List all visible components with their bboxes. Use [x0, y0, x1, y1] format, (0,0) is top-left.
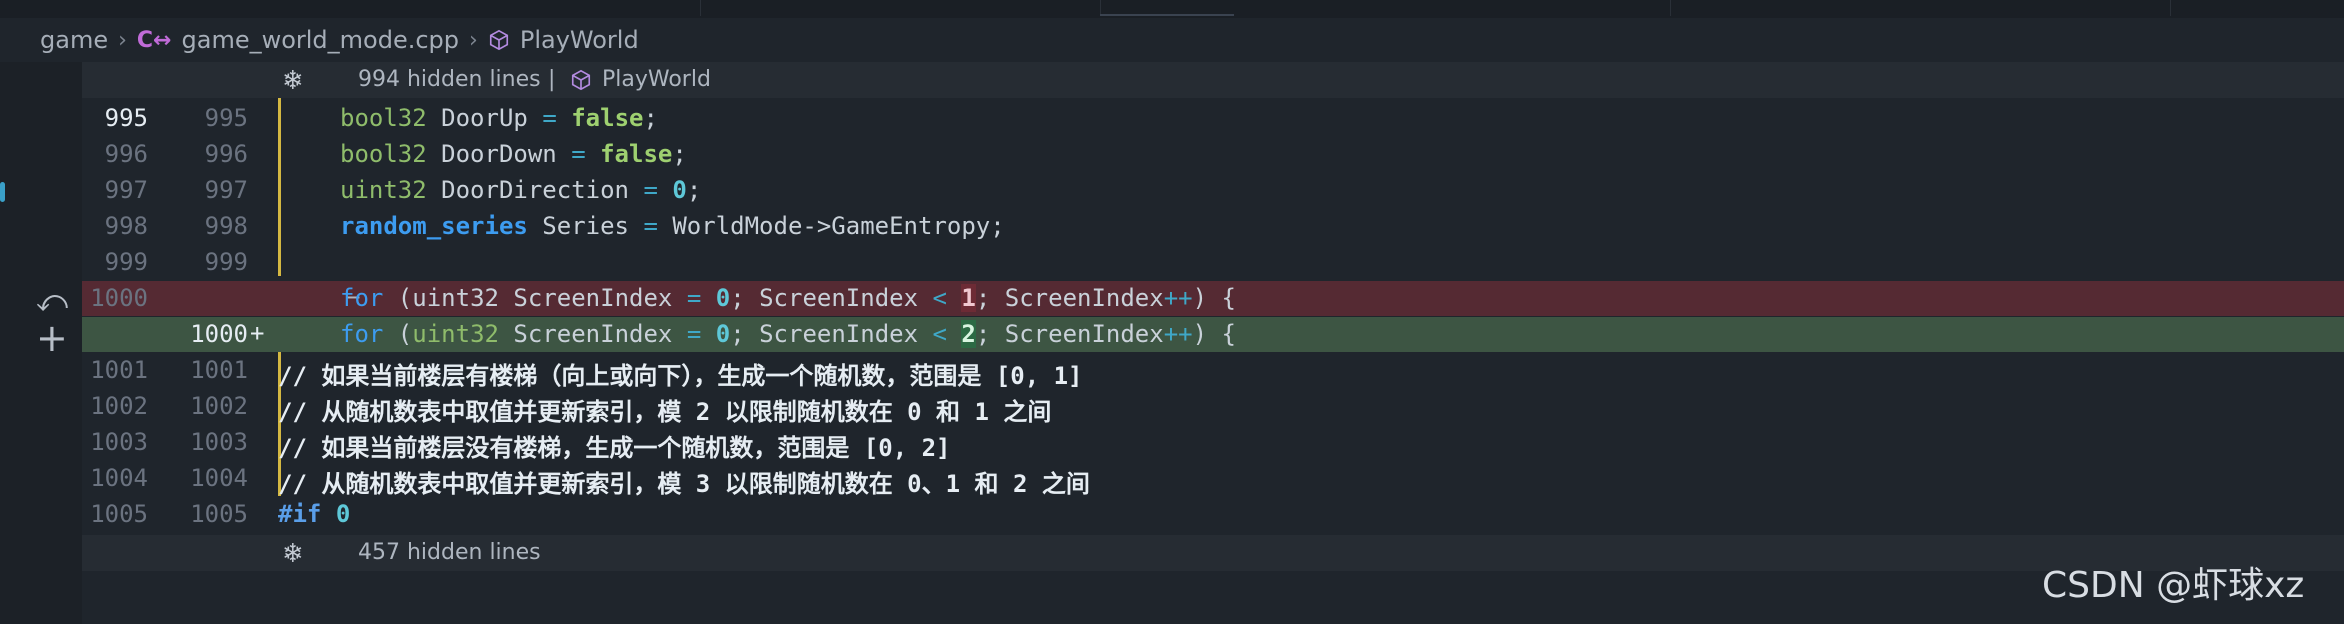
tab[interactable] — [1670, 0, 2171, 16]
line-number-left: 1004 — [90, 464, 148, 492]
line-number-left: 998 — [104, 212, 148, 240]
code-text: #if 0 — [278, 500, 351, 528]
line-number-right: 1001 — [190, 356, 248, 384]
deleted-line[interactable]: 1000 − for (uint32 ScreenIndex = 0; Scre… — [82, 281, 2344, 316]
line-number-left: 996 — [104, 140, 148, 168]
code-text: bool32 DoorDown = false; — [340, 140, 687, 168]
activity-gutter: ⤺ + — [0, 62, 82, 624]
add-icon[interactable]: + — [36, 316, 68, 360]
line-number-left: 1005 — [90, 500, 148, 528]
scroll-marker — [0, 182, 5, 202]
separator: | — [548, 67, 556, 92]
line-number-left: 1000 — [90, 284, 148, 312]
line-number-right: 1003 — [190, 428, 248, 456]
code-line[interactable]: 998 998 random_series Series = WorldMode… — [82, 209, 2344, 244]
code-text: for (uint32 ScreenIndex = 0; ScreenIndex… — [340, 284, 1236, 312]
comment-line[interactable]: 1002 1002 // 从随机数表中取值并更新索引，模 2 以限制随机数在 0… — [82, 389, 2344, 426]
code-line[interactable]: 996 996 bool32 DoorDown = false; — [82, 137, 2344, 172]
code-text: random_series Series = WorldMode->GameEn… — [340, 212, 1005, 240]
code-comment: // 从随机数表中取值并更新索引，模 3 以限制随机数在 0、1 和 2 之间 — [278, 470, 1090, 498]
unfold-icon[interactable]: ❄ — [282, 66, 304, 96]
hidden-lines-symbol: PlayWorld — [602, 67, 711, 92]
chevron-right-icon: › — [118, 27, 127, 53]
line-number-right: 999 — [204, 248, 248, 276]
breadcrumb-symbol[interactable]: PlayWorld — [520, 26, 639, 54]
line-number-left: 997 — [104, 176, 148, 204]
line-number-right: 1000 — [190, 320, 248, 348]
comment-line[interactable]: 1004 1004 // 从随机数表中取值并更新索引，模 3 以限制随机数在 0… — [82, 461, 2344, 498]
revert-icon[interactable]: ⤺ — [36, 284, 68, 319]
line-number-right: 1005 — [190, 500, 248, 528]
line-number-left: 999 — [104, 248, 148, 276]
line-number-left: 1003 — [90, 428, 148, 456]
code-text: uint32 DoorDirection = 0; — [340, 176, 702, 204]
breadcrumb-file[interactable]: game_world_mode.cpp — [182, 26, 460, 54]
cube-icon — [489, 29, 508, 51]
code-text: for (uint32 ScreenIndex = 0; ScreenIndex… — [340, 320, 1236, 348]
editor-tab-strip — [0, 0, 2344, 18]
code-comment: // 如果当前楼层没有楼梯，生成一个随机数，范围是 [0, 2] — [278, 434, 951, 462]
tab[interactable] — [1240, 0, 1671, 16]
code-comment: // 从随机数表中取值并更新索引，模 2 以限制随机数在 0 和 1 之间 — [278, 398, 1052, 426]
line-number-right: 1004 — [190, 464, 248, 492]
added-line[interactable]: 1000 + for (uint32 ScreenIndex = 0; Scre… — [82, 317, 2344, 352]
hidden-lines-bar-bottom[interactable]: ❄ 457 hidden lines — [82, 535, 2344, 571]
comment-line[interactable]: 1003 1003 // 如果当前楼层没有楼梯，生成一个随机数，范围是 [0, … — [82, 425, 2344, 462]
tab[interactable] — [700, 0, 1101, 16]
line-number-left: 995 — [104, 104, 148, 132]
line-number-right: 996 — [204, 140, 248, 168]
line-number-left: 1001 — [90, 356, 148, 384]
code-text: bool32 DoorUp = false; — [340, 104, 658, 132]
tab-active-indicator — [1100, 14, 1234, 16]
code-line[interactable]: 1005 1005 #if 0 — [82, 497, 2344, 532]
watermark: CSDN @虾球xz — [2042, 565, 2305, 606]
chevron-right-icon: › — [469, 27, 478, 53]
hidden-lines-count: 457 hidden lines — [358, 540, 541, 565]
code-comment: // 如果当前楼层有楼梯（向上或向下），生成一个随机数，范围是 [0, 1] — [278, 362, 1083, 390]
line-number-right: 998 — [204, 212, 248, 240]
line-number-left: 1002 — [90, 392, 148, 420]
cube-icon — [571, 69, 591, 91]
line-number-right: 997 — [204, 176, 248, 204]
added-marker: + — [250, 319, 265, 347]
comment-line[interactable]: 1001 1001 // 如果当前楼层有楼梯（向上或向下），生成一个随机数，范围… — [82, 353, 2344, 390]
line-number-right: 995 — [204, 104, 248, 132]
hidden-lines-count: 994 hidden lines — [358, 67, 541, 92]
unfold-icon[interactable]: ❄ — [282, 539, 304, 569]
code-line[interactable]: 997 997 uint32 DoorDirection = 0; — [82, 173, 2344, 208]
breadcrumb-folder[interactable]: game — [40, 26, 108, 54]
cpp-file-icon: C↔ — [136, 27, 172, 53]
code-line[interactable]: 995 995 bool32 DoorUp = false; — [82, 101, 2344, 136]
breadcrumb: game › C↔ game_world_mode.cpp › PlayWorl… — [40, 18, 639, 62]
hidden-lines-bar-top[interactable]: ❄ 994 hidden lines | PlayWorld — [82, 62, 2344, 98]
code-line[interactable]: 999 999 — [82, 245, 2344, 280]
line-number-right: 1002 — [190, 392, 248, 420]
tab[interactable] — [0, 0, 701, 16]
